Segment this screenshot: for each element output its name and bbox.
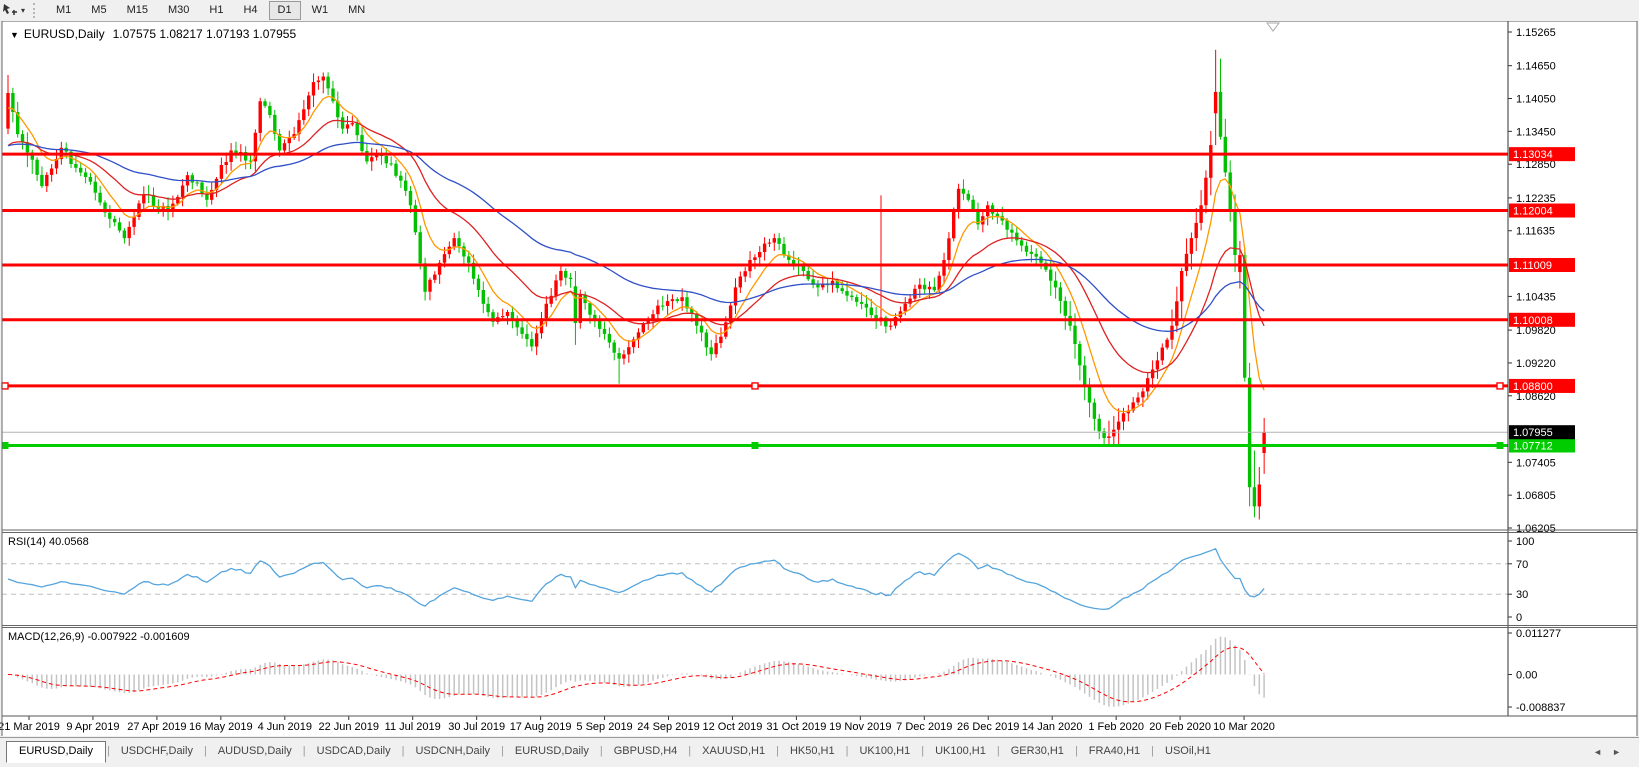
price-axis-label: 1.07405 [1516, 457, 1556, 469]
price-axis-label: 1.09820 [1516, 325, 1556, 337]
date-label: 11 Jul 2019 [385, 721, 441, 733]
date-label: 4 Jun 2019 [258, 721, 312, 733]
price-axis-label: 1.09220 [1516, 358, 1556, 370]
price-axis-label: 1.10435 [1516, 291, 1556, 303]
line-handle[interactable] [1497, 442, 1503, 448]
chart-tab-eurusd-daily[interactable]: EURUSD,Daily [6, 741, 106, 763]
crosshair-tool-icon [2, 3, 18, 18]
date-label: 17 Aug 2019 [510, 721, 572, 733]
price-axis-label: 1.15265 [1516, 27, 1556, 39]
line-handle[interactable] [1497, 383, 1503, 389]
rsi-axis-label: 100 [1516, 536, 1534, 548]
resistance-label-text: 1.12004 [1513, 206, 1553, 218]
macd-indicator-label: MACD(12,26,9) -0.007922 -0.001609 [8, 631, 190, 643]
timeframe-button-m15[interactable]: M15 [118, 1, 157, 20]
chart-ohlc-values: 1.07575 1.08217 1.07193 1.07955 [113, 27, 297, 41]
chart-tab-audusd-daily[interactable]: AUDUSD,Daily [208, 741, 302, 762]
chart-tab-fra40-h1[interactable]: FRA40,H1 [1079, 741, 1150, 762]
date-label: 30 Jul 2019 [448, 721, 505, 733]
line-handle[interactable] [752, 383, 758, 389]
date-label: 14 Jan 2020 [1022, 721, 1083, 733]
tab-scroll-left-icon[interactable]: ◄ [1593, 747, 1612, 757]
chart-tab-bar: EURUSD,Daily|USDCHF,Daily|AUDUSD,Daily|U… [0, 737, 1639, 762]
chart-tab-ger30-h1[interactable]: GER30,H1 [1001, 741, 1074, 762]
date-label: 21 Mar 2019 [0, 721, 60, 733]
chart-tab-usdcnh-daily[interactable]: USDCNH,Daily [405, 741, 500, 762]
macd-axis-label: -0.008837 [1516, 702, 1566, 714]
date-label: 20 Feb 2020 [1149, 721, 1211, 733]
timeframe-button-m5[interactable]: M5 [82, 1, 115, 20]
timeframe-button-d1[interactable]: D1 [269, 1, 301, 20]
chart-tab-uk100-h1[interactable]: UK100,H1 [849, 741, 920, 762]
chart-symbol-label: EURUSD,Daily [24, 27, 105, 41]
macd-axis-label: 0.011277 [1516, 628, 1561, 640]
rsi-indicator-label: RSI(14) 40.0568 [8, 536, 89, 548]
chart-tab-gbpusd-h4[interactable]: GBPUSD,H4 [604, 741, 688, 762]
timeframe-button-m1[interactable]: M1 [47, 1, 80, 20]
resistance-label-text: 1.08800 [1513, 381, 1553, 393]
chart-tab-usoil-h1[interactable]: USOil,H1 [1155, 741, 1221, 762]
resistance-label-text: 1.10008 [1513, 315, 1553, 327]
date-label: 26 Dec 2019 [957, 721, 1019, 733]
chart-tab-uk100-h1[interactable]: UK100,H1 [925, 741, 996, 762]
price-axis-label: 1.13450 [1516, 126, 1556, 138]
date-label: 9 Apr 2019 [66, 721, 119, 733]
macd-axis-label: 0.00 [1516, 670, 1537, 682]
date-label: 22 Jun 2019 [318, 721, 379, 733]
price-axis-label: 1.06805 [1516, 490, 1556, 502]
price-axis-label: 1.14650 [1516, 61, 1556, 73]
timeframe-button-m30[interactable]: M30 [159, 1, 198, 20]
chart-tab-usdchf-daily[interactable]: USDCHF,Daily [111, 741, 203, 762]
price-axis-label: 1.06205 [1516, 523, 1556, 535]
chart-menu-triangle-icon[interactable]: ▼ [10, 30, 19, 40]
date-label: 12 Oct 2019 [702, 721, 762, 733]
current-price-label-text: 1.07955 [1513, 427, 1553, 439]
chart-tab-eurusd-daily[interactable]: EURUSD,Daily [505, 741, 599, 762]
rsi-axis-label: 0 [1516, 612, 1522, 624]
toolbar-grip [33, 3, 40, 18]
resistance-label-text: 1.11009 [1513, 260, 1552, 272]
price-axis-label: 1.12235 [1516, 193, 1556, 205]
tab-scroll-right-icon[interactable]: ► [1612, 747, 1631, 757]
rsi-axis-label: 30 [1516, 589, 1528, 601]
chart-window-title: ▼ EURUSD,Daily 1.07575 1.08217 1.07193 1.0… [10, 27, 296, 41]
date-label: 31 Oct 2019 [766, 721, 826, 733]
line-handle[interactable] [752, 442, 758, 448]
price-axis-label: 1.14050 [1516, 94, 1556, 106]
line-handle[interactable] [2, 442, 8, 448]
chart-tabs: EURUSD,Daily|USDCHF,Daily|AUDUSD,Daily|U… [0, 741, 1221, 762]
date-label: 16 May 2019 [189, 721, 253, 733]
crosshair-tool-button[interactable]: ▾ [0, 3, 29, 18]
chevron-down-icon[interactable]: ▾ [21, 6, 25, 15]
tab-scroll-arrows: ◄► [1593, 747, 1631, 757]
chart-background [2, 21, 1637, 736]
date-label: 10 Mar 2020 [1213, 721, 1275, 733]
resistance-label-text: 1.13034 [1513, 149, 1553, 161]
line-handle[interactable] [2, 383, 8, 389]
date-label: 1 Feb 2020 [1088, 721, 1144, 733]
support-label-text: 1.07712 [1513, 440, 1553, 452]
timeframe-button-h4[interactable]: H4 [234, 1, 266, 20]
timeframe-button-group: M1M5M15M30H1H4D1W1MN [46, 1, 375, 20]
price-axis-label: 1.11635 [1516, 226, 1555, 238]
chart-tab-usdcad-daily[interactable]: USDCAD,Daily [307, 741, 401, 762]
chart-tab-xauusd-h1[interactable]: XAUUSD,H1 [692, 741, 775, 762]
date-label: 27 Apr 2019 [127, 721, 186, 733]
timeframe-button-w1[interactable]: W1 [303, 1, 338, 20]
rsi-axis-label: 70 [1516, 559, 1528, 571]
date-label: 19 Nov 2019 [829, 721, 891, 733]
price-chart-canvas[interactable]: 1.152651.146501.140501.134501.128501.122… [0, 0, 1639, 767]
chart-tab-hk50-h1[interactable]: HK50,H1 [780, 741, 845, 762]
timeframe-button-mn[interactable]: MN [339, 1, 374, 20]
date-label: 7 Dec 2019 [896, 721, 952, 733]
timeframe-button-h1[interactable]: H1 [200, 1, 232, 20]
top-toolbar: ▾ M1M5M15M30H1H4D1W1MN [0, 0, 1639, 21]
date-label: 5 Sep 2019 [576, 721, 632, 733]
date-label: 24 Sep 2019 [637, 721, 699, 733]
